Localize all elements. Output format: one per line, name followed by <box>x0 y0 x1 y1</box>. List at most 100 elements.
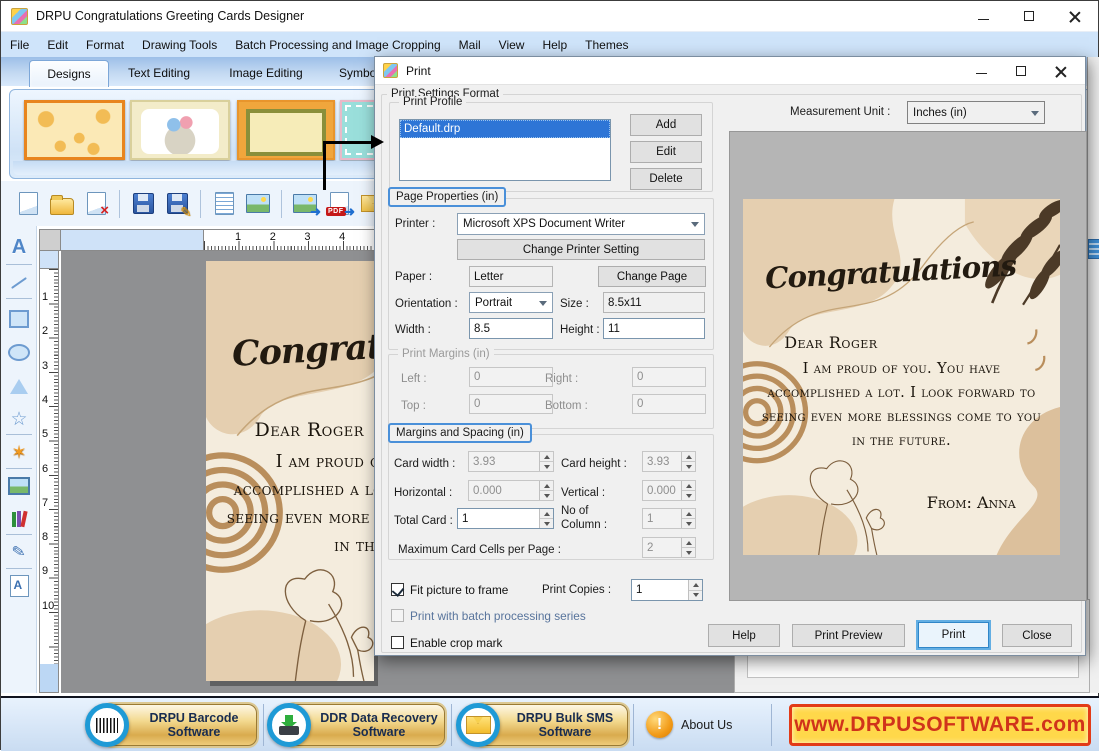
tool-separator <box>6 434 32 435</box>
right-panel-icon[interactable] <box>1088 239 1099 259</box>
export-image-icon[interactable]: ➜ <box>291 190 319 218</box>
data-recovery-icon <box>267 703 311 747</box>
ruler-number: 7 <box>42 497 48 509</box>
tool-separator <box>6 534 32 535</box>
vertical-ruler-margin <box>39 251 59 269</box>
help-button[interactable]: Help <box>708 624 780 647</box>
new-document-icon[interactable] <box>14 190 42 218</box>
website-link[interactable]: www.DRPUSOFTWARE.com <box>789 704 1091 746</box>
print-preview-button[interactable]: Print Preview <box>792 624 905 647</box>
change-page-button[interactable]: Change Page <box>598 266 706 287</box>
export-pdf-icon[interactable]: PDF➜ <box>325 190 353 218</box>
tool-library[interactable] <box>1 506 37 532</box>
open-design-icon[interactable] <box>48 190 76 218</box>
page-properties-label: Page Properties (in) <box>388 187 506 207</box>
print-button[interactable]: Print <box>918 622 989 648</box>
horizontal-stepper: 0.000 <box>468 480 554 501</box>
application-window: DRPU Congratulations Greeting Cards Desi… <box>0 0 1099 750</box>
margin-left-field: 0 <box>469 367 553 387</box>
tab-text-editing[interactable]: Text Editing <box>119 60 199 86</box>
dialog-close-button[interactable] <box>1041 57 1081 84</box>
print-profile-list[interactable]: Default.drp <box>399 119 611 181</box>
add-button[interactable]: Add <box>630 114 702 136</box>
measurement-unit-value: Inches (in) <box>913 107 967 119</box>
ruler-number: 4 <box>339 231 345 243</box>
line-tool-icon <box>11 277 27 289</box>
margins-spacing-label: Margins and Spacing (in) <box>388 423 532 443</box>
menu-item[interactable]: Help <box>533 32 576 58</box>
profile-list-item-selected[interactable]: Default.drp <box>400 120 610 138</box>
minimize-button[interactable] <box>960 1 1006 31</box>
design-thumbnail-floral[interactable] <box>24 100 125 160</box>
delete-design-icon[interactable]: × <box>82 190 110 218</box>
about-us-button[interactable]: ! About Us <box>646 711 732 738</box>
delete-button[interactable]: Delete <box>630 168 702 190</box>
tool-rectangle[interactable] <box>1 306 37 332</box>
tab-image-editing[interactable]: Image Editing <box>223 60 309 86</box>
ruler-corner <box>39 229 61 251</box>
tool-ellipse[interactable] <box>1 339 37 365</box>
design-thumbnail-balloons[interactable] <box>130 100 230 160</box>
printer-select[interactable]: Microsoft XPS Document Writer <box>457 213 705 235</box>
crop-mark-checkbox[interactable] <box>391 636 404 649</box>
fit-picture-checkbox[interactable] <box>391 583 404 596</box>
custom-shape-icon: ✶ <box>11 442 26 463</box>
print-dialog: Print Print Settings Format Print Profil… <box>374 56 1086 656</box>
change-printer-setting-button[interactable]: Change Printer Setting <box>457 239 705 260</box>
tool-triangle[interactable] <box>1 373 37 399</box>
tool-separator <box>6 298 32 299</box>
tool-picture[interactable] <box>1 473 37 499</box>
total-card-stepper[interactable]: 1 <box>457 508 554 529</box>
ruler-number: 2 <box>270 231 276 243</box>
height-input[interactable]: 11 <box>603 318 705 339</box>
design-thumbnail-bamboo[interactable] <box>237 100 335 160</box>
edit-button[interactable]: Edit <box>630 141 702 163</box>
ruler-number: 1 <box>42 291 48 303</box>
drpu-barcode-button[interactable]: DRPU Barcode Software <box>85 703 257 747</box>
orientation-select[interactable]: Portrait <box>469 292 553 313</box>
signature-tool-icon: ✎ <box>11 541 28 563</box>
print-copies-stepper[interactable]: 1 <box>631 579 703 601</box>
tab-designs[interactable]: Designs <box>29 60 109 87</box>
greeting-card-preview: Congratulations Dear Roger I am proud of… <box>743 199 1060 555</box>
greeting-card[interactable]: Congratulations Dear Roger I am proud of… <box>206 261 374 681</box>
drpu-bulk-sms-button[interactable]: DRPU Bulk SMS Software <box>456 703 628 747</box>
canvas-card-area[interactable]: Congratulations Dear Roger I am proud of… <box>206 261 374 681</box>
menu-item[interactable]: File <box>1 32 38 58</box>
ddr-data-recovery-button[interactable]: DDR Data Recovery Software <box>267 703 445 747</box>
rectangle-tool-icon <box>9 310 29 328</box>
menu-item[interactable]: Edit <box>38 32 77 58</box>
ruler-number: 6 <box>42 463 48 475</box>
maximize-button[interactable] <box>1006 1 1052 31</box>
close-button[interactable] <box>1052 1 1098 31</box>
menu-item[interactable]: Drawing Tools <box>133 32 226 58</box>
menu-item[interactable]: Mail <box>450 32 490 58</box>
dialog-maximize-button[interactable] <box>1001 57 1041 84</box>
dialog-minimize-button[interactable] <box>961 57 1001 84</box>
menu-item[interactable]: View <box>490 32 534 58</box>
tool-signature[interactable]: ✎ <box>1 539 37 565</box>
save-as-icon[interactable]: ✎ <box>163 190 191 218</box>
tool-styled-text[interactable] <box>1 573 37 599</box>
menu-item[interactable]: Batch Processing and Image Cropping <box>226 32 449 58</box>
ruler-number: 9 <box>42 565 48 577</box>
tool-star[interactable]: ☆ <box>1 406 37 432</box>
print-profile-label: Print Profile <box>399 96 466 108</box>
menu-item[interactable]: Themes <box>576 32 637 58</box>
close-dialog-button[interactable]: Close <box>1002 624 1072 647</box>
tool-line[interactable] <box>1 270 37 296</box>
menu-item[interactable]: Format <box>77 32 133 58</box>
styled-text-icon <box>10 575 29 597</box>
size-label: Size : <box>560 298 589 310</box>
about-label: About Us <box>681 718 732 732</box>
width-input[interactable]: 8.5 <box>469 318 553 339</box>
measurement-unit-select[interactable]: Inches (in) <box>907 101 1045 124</box>
picture-icon[interactable] <box>244 190 272 218</box>
text-note-icon[interactable] <box>210 190 238 218</box>
minimize-icon <box>976 73 987 74</box>
save-icon[interactable] <box>129 190 157 218</box>
tool-text[interactable]: A <box>1 234 37 260</box>
tool-custom-shape[interactable]: ✶ <box>1 439 37 465</box>
toolbar-separator <box>281 190 282 218</box>
card-width-stepper: 3.93 <box>468 451 554 472</box>
